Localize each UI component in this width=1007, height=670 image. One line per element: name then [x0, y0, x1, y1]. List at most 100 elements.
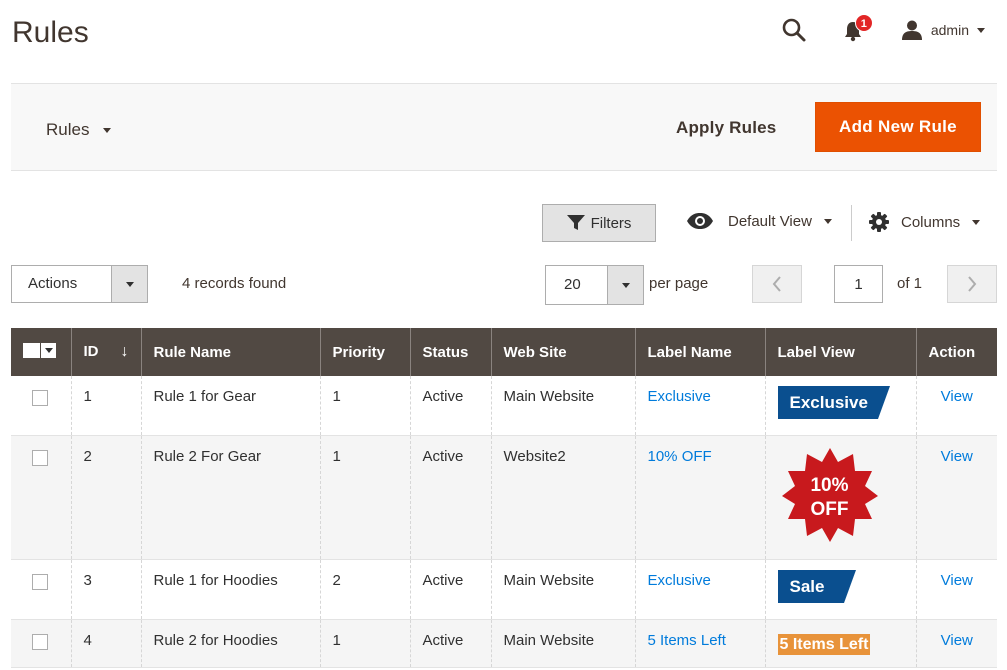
mass-actions-dropdown[interactable]: Actions: [11, 265, 148, 303]
header-actions: 1 admin: [781, 14, 985, 46]
table-header-row: ID ↓ Rule Name Priority Status Web Site …: [11, 328, 997, 376]
cell-action: View: [915, 376, 997, 436]
label-preview-line1: 10%: [810, 475, 849, 496]
mass-actions-label: Actions: [28, 275, 78, 292]
column-header-action: Action: [915, 328, 997, 376]
rules-grid: ID ↓ Rule Name Priority Status Web Site …: [11, 328, 997, 668]
column-header-rule-name[interactable]: Rule Name: [140, 328, 321, 376]
cell-website: Main Website: [490, 376, 636, 436]
cell-id: 1: [70, 376, 142, 436]
current-page-input[interactable]: [834, 265, 883, 303]
cell-status: Active: [409, 435, 492, 560]
per-page-label: per page: [649, 275, 709, 292]
label-preview-starburst: 10% OFF: [781, 446, 878, 542]
cell-action: View: [915, 435, 997, 560]
column-header-priority[interactable]: Priority: [319, 328, 411, 376]
view-link[interactable]: View: [941, 448, 973, 465]
cell-rule-name: Rule 1 for Hoodies: [140, 559, 321, 620]
previous-page-button[interactable]: [752, 265, 802, 303]
next-page-button[interactable]: [947, 265, 997, 303]
column-header-website[interactable]: Web Site: [490, 328, 636, 376]
row-checkbox[interactable]: [32, 390, 48, 406]
view-link[interactable]: View: [941, 388, 973, 405]
cell-priority: 2: [319, 559, 411, 620]
label-name-link[interactable]: 5 Items Left: [648, 632, 726, 649]
cell-website: Main Website: [490, 619, 636, 668]
view-switcher[interactable]: Default View: [686, 212, 832, 230]
label-name-link[interactable]: 10% OFF: [648, 448, 712, 465]
mass-select-column: [11, 328, 72, 376]
table-row: 3 Rule 1 for Hoodies 2 Active Main Websi…: [11, 559, 997, 620]
user-name: admin: [930, 22, 969, 38]
page-actions-bar: Rules Apply Rules Add New Rule: [11, 83, 997, 171]
label-preview-sale: Sale: [777, 570, 856, 603]
notifications-button[interactable]: 1: [843, 14, 873, 42]
label-preview-line2: OFF: [810, 499, 849, 520]
cell-priority: 1: [319, 619, 411, 668]
cell-label-name: Exclusive: [634, 559, 766, 620]
cell-rule-name: Rule 1 for Gear: [140, 376, 321, 436]
table-row: 2 Rule 2 For Gear 1 Active Website2 10% …: [11, 435, 997, 560]
cell-action: View: [915, 559, 997, 620]
label-preview-text: Exclusive: [789, 393, 868, 412]
table-row: 4 Rule 2 for Hoodies 1 Active Main Websi…: [11, 619, 997, 668]
chevron-down-icon: [40, 342, 56, 358]
view-link[interactable]: View: [941, 632, 973, 649]
notification-badge: 1: [854, 14, 873, 32]
column-header-id[interactable]: ID ↓: [70, 328, 142, 376]
filters-label: Filters: [590, 214, 632, 232]
cell-action: View: [915, 619, 997, 668]
user-icon: [901, 20, 922, 40]
cell-label-view: Exclusive: [764, 376, 917, 436]
rules-dropdown-label: Rules: [46, 120, 90, 139]
cell-rule-name: Rule 2 for Hoodies: [140, 619, 321, 668]
rules-dropdown[interactable]: Rules: [46, 120, 112, 140]
select-all-box: [23, 342, 40, 358]
cell-priority: 1: [319, 376, 411, 436]
row-checkbox[interactable]: [32, 634, 48, 650]
column-header-label: ID: [83, 343, 99, 360]
gear-icon: [869, 212, 889, 232]
chevron-right-icon: [968, 276, 977, 292]
user-menu[interactable]: admin: [901, 19, 985, 41]
column-header-label-view[interactable]: Label View: [764, 328, 917, 376]
label-name-link[interactable]: Exclusive: [648, 388, 711, 405]
mass-select-checkbox[interactable]: [23, 342, 56, 358]
total-pages: of 1: [897, 275, 923, 292]
row-select-cell: [11, 559, 72, 620]
filter-icon: [566, 215, 585, 230]
label-name-link[interactable]: Exclusive: [648, 572, 711, 589]
row-select-cell: [11, 619, 72, 668]
cell-priority: 1: [319, 435, 411, 560]
cell-status: Active: [409, 619, 492, 668]
chevron-down-icon: [977, 27, 985, 33]
cell-website: Main Website: [490, 559, 636, 620]
label-preview-items-left: 5 Items Left: [777, 634, 871, 655]
add-new-rule-button[interactable]: Add New Rule: [815, 102, 981, 152]
cell-website: Website2: [490, 435, 636, 560]
cell-label-name: 5 Items Left: [634, 619, 766, 668]
view-label: Default View: [728, 212, 812, 230]
per-page-select[interactable]: 20: [545, 265, 644, 305]
row-checkbox[interactable]: [32, 574, 48, 590]
cell-label-name: 10% OFF: [634, 435, 766, 560]
search-icon[interactable]: [781, 17, 807, 43]
column-header-status[interactable]: Status: [409, 328, 492, 376]
table-row: 1 Rule 1 for Gear 1 Active Main Website …: [11, 376, 997, 436]
row-select-cell: [11, 376, 72, 436]
label-preview-exclusive: Exclusive: [777, 386, 890, 419]
chevron-down-icon: [972, 219, 981, 225]
columns-switcher[interactable]: Columns: [869, 212, 981, 232]
filters-button[interactable]: Filters: [542, 204, 656, 242]
label-preview-text: Sale: [789, 577, 825, 596]
row-checkbox[interactable]: [32, 450, 48, 466]
cell-status: Active: [409, 559, 492, 620]
columns-label: Columns: [901, 213, 961, 231]
eye-icon: [687, 213, 713, 229]
cell-label-view: Sale: [764, 559, 917, 620]
chevron-down-icon: [103, 127, 112, 133]
apply-rules-button[interactable]: Apply Rules: [676, 118, 776, 138]
view-link[interactable]: View: [941, 572, 973, 589]
records-found: 4 records found: [182, 275, 287, 292]
column-header-label-name[interactable]: Label Name: [634, 328, 766, 376]
